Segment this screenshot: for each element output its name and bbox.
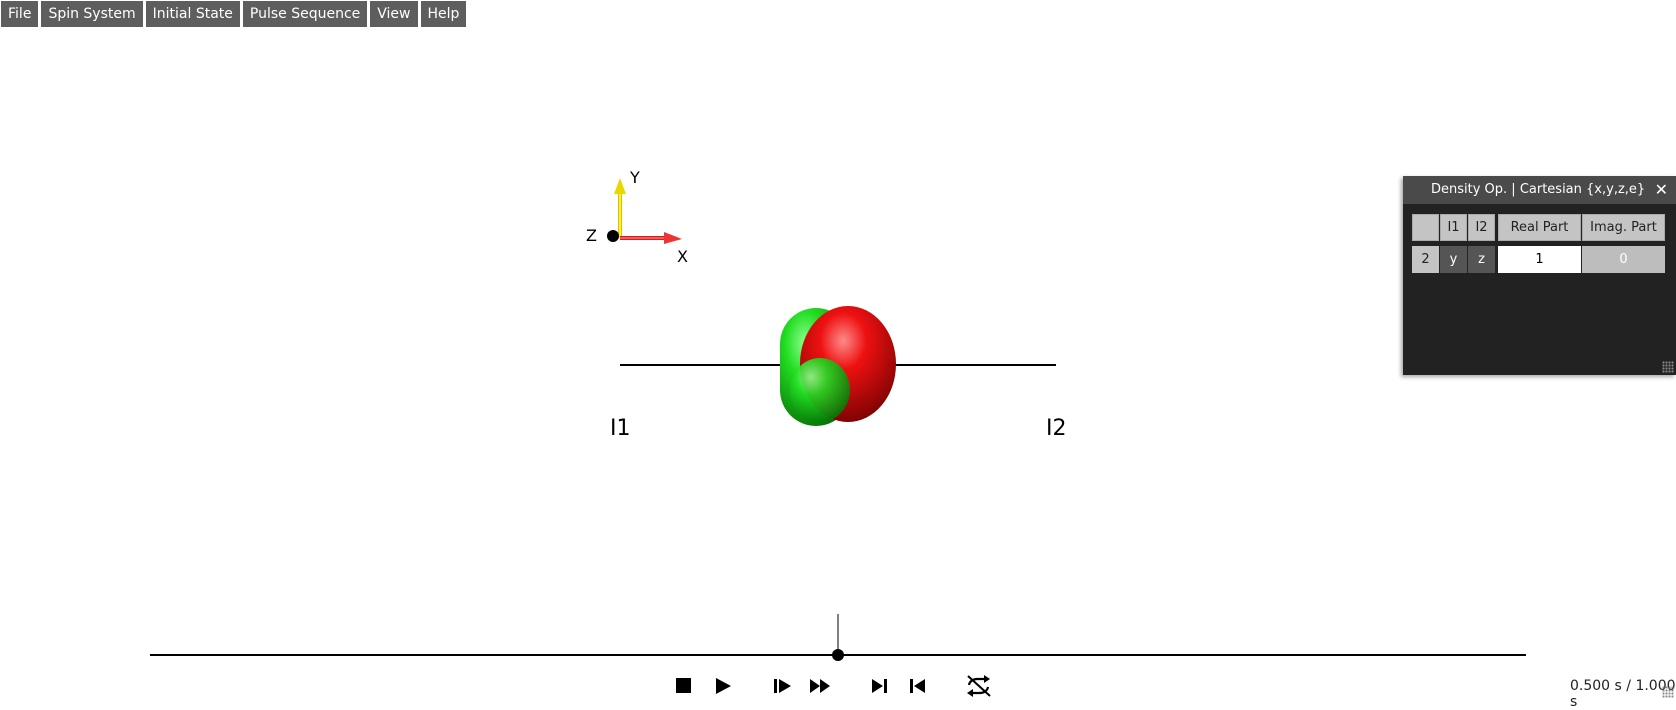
time-readout: 0.500 s / 1.000 s — [1570, 678, 1676, 710]
table-header-imag: Imag. Part — [1582, 214, 1665, 241]
table-header-i2: I2 — [1468, 214, 1495, 241]
playhead-knob — [832, 649, 844, 661]
axis-triad — [607, 178, 682, 244]
green-lobe-lower — [790, 358, 850, 422]
imag-part-input[interactable]: 0 — [1582, 246, 1665, 273]
panel-header[interactable]: Density Op. | Cartesian {x,y,z,e} ✕ — [1403, 176, 1676, 204]
product-operator-orbital — [780, 306, 896, 426]
table-header-i1: I1 — [1440, 214, 1467, 241]
x-arrow-head — [664, 232, 682, 244]
density-operator-panel[interactable]: Density Op. | Cartesian {x,y,z,e} ✕ I1 I… — [1403, 176, 1676, 375]
resize-grip-icon[interactable] — [1662, 361, 1674, 373]
y-axis-label: Y — [630, 168, 640, 187]
row-i1-operator[interactable]: y — [1440, 246, 1467, 273]
spin-label-i1: I1 — [610, 416, 631, 441]
spin-label-i2: I2 — [1046, 416, 1067, 441]
x-axis-label: X — [677, 247, 688, 266]
table-header-blank — [1412, 214, 1439, 241]
window-resize-grip-icon[interactable] — [1662, 686, 1674, 698]
real-part-input[interactable]: 1 — [1498, 246, 1581, 273]
y-arrow-head — [614, 178, 626, 194]
panel-title: Density Op. | Cartesian {x,y,z,e} — [1431, 182, 1646, 197]
z-axis-dot — [607, 230, 619, 242]
close-icon[interactable]: ✕ — [1655, 176, 1668, 204]
table-header-real: Real Part — [1498, 214, 1581, 241]
row-index: 2 — [1412, 246, 1439, 273]
z-axis-label: Z — [586, 226, 597, 245]
row-i2-operator[interactable]: z — [1468, 246, 1495, 273]
